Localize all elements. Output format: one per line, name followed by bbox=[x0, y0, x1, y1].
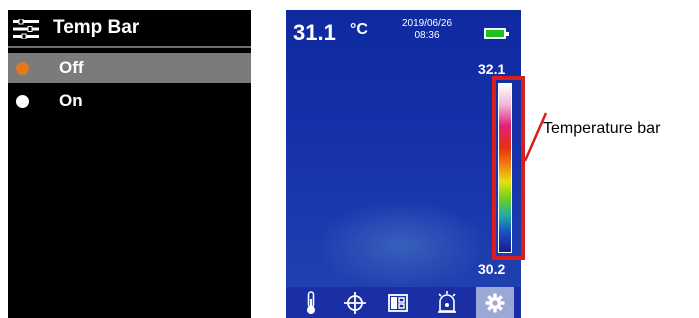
scale-max-value: 32.1 bbox=[478, 61, 506, 77]
datetime: 2019/06/26 08:36 bbox=[392, 18, 462, 42]
scale-min-value: 30.2 bbox=[478, 261, 506, 277]
menu-header: Temp Bar bbox=[8, 10, 251, 48]
temp-bar-menu: Temp Bar Off On bbox=[8, 10, 251, 318]
option-label: Off bbox=[59, 58, 84, 77]
center-temperature: 31.1 bbox=[293, 20, 336, 45]
palette-icon[interactable] bbox=[379, 287, 417, 318]
option-label: On bbox=[59, 91, 83, 110]
bottom-toolbar bbox=[286, 287, 521, 318]
time-text: 08:36 bbox=[414, 30, 440, 41]
alarm-icon[interactable] bbox=[428, 287, 466, 318]
battery-icon bbox=[484, 28, 509, 39]
date-text: 2019/06/26 bbox=[401, 18, 453, 29]
temperature-bar-highlight bbox=[492, 76, 525, 260]
crosshair-icon[interactable] bbox=[336, 287, 374, 318]
gear-icon[interactable] bbox=[476, 287, 514, 318]
option-on[interactable]: On bbox=[8, 86, 251, 116]
radio-icon bbox=[16, 95, 29, 108]
radio-selected-icon bbox=[16, 62, 29, 75]
temperature-unit: °C bbox=[350, 21, 368, 38]
settings-list-icon bbox=[13, 19, 39, 39]
option-off[interactable]: Off bbox=[8, 53, 251, 83]
thermal-screen: 31.1 °C 2019/06/26 08:36 32.1 30.2 bbox=[286, 10, 521, 318]
thermometer-icon[interactable] bbox=[292, 287, 330, 318]
annotation-label: Temperature bar bbox=[543, 120, 661, 137]
menu-title: Temp Bar bbox=[53, 17, 140, 38]
